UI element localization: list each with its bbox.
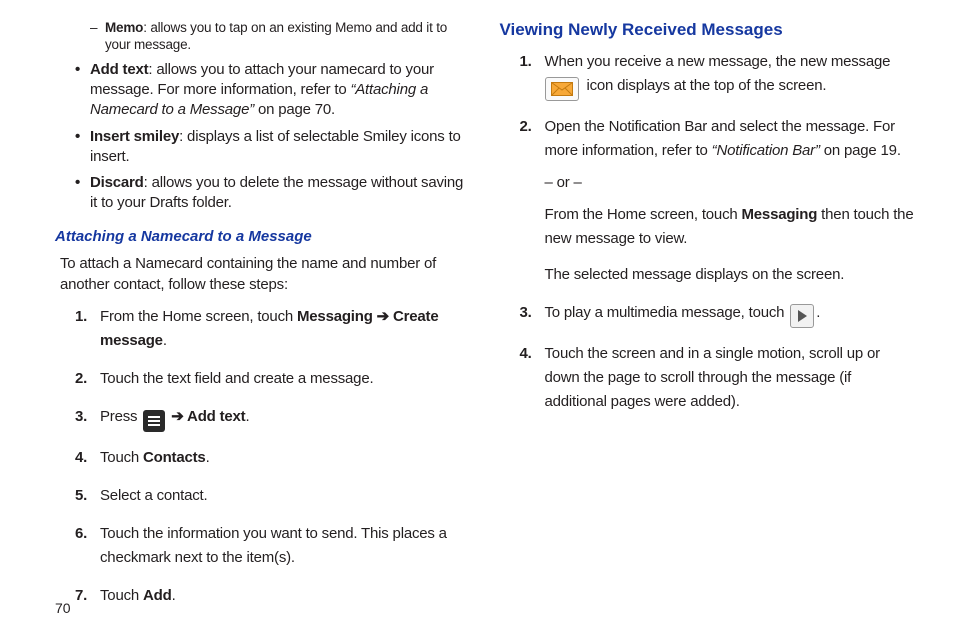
step-7: Touch Add. (75, 584, 470, 608)
bullet-list: Add text: allows you to attach your name… (75, 60, 470, 214)
r3b: . (816, 304, 820, 321)
discard-label: Discard (90, 174, 144, 191)
s7b: Add (143, 587, 172, 604)
r2-or: – or – (545, 171, 915, 195)
r1b: icon displays at the top of the screen. (586, 77, 826, 94)
step-6: Touch the information you want to send. … (75, 522, 470, 570)
rstep-4: Touch the screen and in a single motion,… (520, 342, 915, 414)
rstep-1: When you receive a new message, the new … (520, 50, 915, 101)
smiley-item: Insert smiley: displays a list of select… (75, 127, 470, 168)
addtext-item: Add text: allows you to attach your name… (75, 60, 470, 121)
play-icon (790, 304, 814, 328)
heading-attach-namecard: Attaching a Namecard to a Message (55, 228, 470, 245)
s7a: Touch (100, 587, 143, 604)
right-steps: When you receive a new message, the new … (520, 50, 915, 414)
s3c: . (245, 408, 249, 425)
step-5: Select a contact. (75, 484, 470, 508)
page-number: 70 (55, 600, 71, 616)
addtext-label: Add text (90, 61, 148, 78)
discard-text: : allows you to delete the message witho… (90, 174, 463, 211)
r2b: on page 19. (824, 142, 901, 159)
s4c: . (206, 449, 210, 466)
s3a: Press (100, 408, 141, 425)
s7c: . (172, 587, 176, 604)
step-3: Press ➔ Add text. (75, 405, 470, 432)
r2-alt: From the Home screen, touch Messaging th… (545, 203, 915, 251)
right-column: Viewing Newly Received Messages When you… (500, 20, 915, 626)
rstep-3: To play a multimedia message, touch . (520, 301, 915, 328)
r1a: When you receive a new message, the new … (545, 53, 891, 70)
rstep-2: Open the Notification Bar and select the… (520, 115, 915, 287)
r2ref: “Notification Bar” (712, 142, 824, 159)
s4b: Contacts (143, 449, 206, 466)
intro-para: To attach a Namecard containing the name… (60, 253, 470, 295)
sub-list: Memo: allows you to tap on an existing M… (90, 20, 470, 54)
memo-item: Memo: allows you to tap on an existing M… (90, 20, 470, 54)
r2ca: From the Home screen, touch (545, 206, 742, 223)
s1a: From the Home screen, touch (100, 308, 297, 325)
page: Memo: allows you to tap on an existing M… (0, 0, 954, 636)
addtext-text-b: on page 70. (258, 101, 335, 118)
menu-icon (143, 410, 165, 432)
r2cb: Messaging (741, 206, 817, 223)
r3a: To play a multimedia message, touch (545, 304, 789, 321)
step-4: Touch Contacts. (75, 446, 470, 470)
step-1: From the Home screen, touch Messaging ➔ … (75, 305, 470, 353)
discard-item: Discard: allows you to delete the messag… (75, 173, 470, 214)
memo-text: : allows you to tap on an existing Memo … (105, 20, 447, 52)
memo-label: Memo (105, 20, 143, 35)
left-steps: From the Home screen, touch Messaging ➔ … (75, 305, 470, 608)
s3b: ➔ Add text (167, 408, 245, 425)
envelope-icon (545, 77, 579, 101)
s4a: Touch (100, 449, 143, 466)
heading-viewing-messages: Viewing Newly Received Messages (500, 20, 915, 40)
s1c: . (163, 332, 167, 349)
smiley-label: Insert smiley (90, 128, 179, 145)
left-column: Memo: allows you to tap on an existing M… (55, 20, 470, 626)
step-2: Touch the text field and create a messag… (75, 367, 470, 391)
r2d: The selected message displays on the scr… (545, 263, 915, 287)
